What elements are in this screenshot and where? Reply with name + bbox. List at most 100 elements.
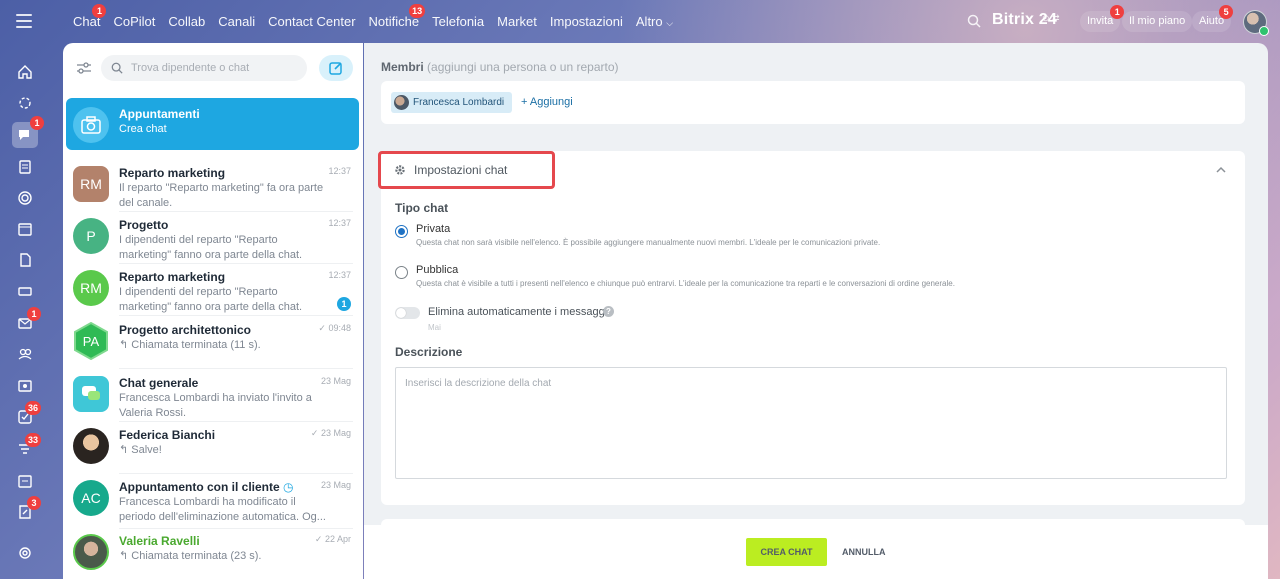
chat-title: Reparto marketing — [119, 166, 226, 180]
tasks-rail-badge: 36 — [24, 401, 41, 415]
chat-item[interactable]: RM Reparto marketing I dipendenti del re… — [66, 261, 359, 313]
help-button[interactable]: Aiuto 5 — [1192, 5, 1234, 32]
chat-subtitle: Francesca Lombardi ha modificato il peri… — [119, 496, 326, 523]
add-member-link[interactable]: + Aggiungi — [521, 96, 573, 108]
chat-time: ✓ 23 Mag — [311, 428, 351, 439]
target-icon[interactable] — [15, 188, 35, 208]
filter-rail-icon[interactable]: 33 — [15, 433, 41, 459]
chat-item[interactable]: Chat generale Francesca Lombardi ha invi… — [66, 367, 359, 419]
groups-icon[interactable] — [15, 344, 35, 364]
document-icon[interactable] — [15, 250, 35, 270]
left-rail: 1 1 36 33 3 — [0, 43, 50, 579]
chat-avatar: RM — [73, 166, 109, 202]
new-chat-button[interactable] — [319, 55, 353, 81]
scrollbar[interactable] — [1268, 43, 1280, 579]
chat-item[interactable]: AC Appuntamento con il cliente ◷ Frances… — [66, 471, 359, 526]
radio-private-button[interactable] — [395, 225, 408, 238]
chat-item[interactable]: Valeria Ravelli ↰ Chiamata terminata (23… — [66, 525, 359, 577]
form-icon[interactable]: 3 — [15, 496, 41, 522]
autodelete-value: Mai — [428, 323, 441, 332]
search-input[interactable]: Trova dipendente o chat — [101, 55, 307, 81]
radio-public-label: Pubblica — [416, 264, 459, 276]
brand-status-icon: ⊙ ⇄ — [1042, 13, 1060, 23]
compose-icon — [329, 62, 342, 75]
nav-chat[interactable]: Chat 1 — [73, 4, 107, 29]
chat-subtitle: Crea chat — [119, 123, 167, 135]
invite-button[interactable]: Invita 1 — [1080, 5, 1125, 32]
nav-altro[interactable]: Altro ⌵ — [636, 14, 673, 29]
chat-type-label: Tipo chat — [395, 201, 449, 215]
check-icon: ✓ — [314, 534, 325, 544]
schedule-icon[interactable] — [15, 471, 35, 491]
description-placeholder: Inserisci la descrizione della chat — [405, 378, 552, 389]
chat-icon[interactable]: 1 — [12, 116, 44, 148]
member-chip[interactable]: Francesca Lombardi — [391, 92, 513, 113]
chat-time: 23 Mag — [320, 376, 351, 386]
settings-section-header[interactable]: Impostazioni chat — [394, 163, 507, 177]
member-name: Francesca Lombardi — [413, 97, 505, 108]
chat-time-value: 09:48 — [328, 323, 351, 333]
user-avatar-photo — [73, 428, 109, 464]
mail-icon[interactable]: 1 — [15, 307, 41, 333]
create-chat-button[interactable]: CREA CHAT — [746, 538, 827, 566]
chevron-up-icon[interactable] — [1215, 164, 1227, 176]
chat-subtitle: I dipendenti del reparto "Reparto market… — [119, 286, 303, 313]
autodelete-toggle[interactable] — [395, 307, 420, 319]
chat-time: 12:37 — [328, 270, 351, 280]
tasks-icon[interactable]: 36 — [15, 401, 41, 427]
plan-label: Il mio piano — [1129, 15, 1186, 27]
nav-collab[interactable]: Collab — [168, 14, 205, 29]
feed-icon[interactable] — [15, 157, 35, 177]
top-bar: Chat 1 CoPilot Collab Canali Contact Cent… — [0, 0, 1280, 43]
chat-bubble-icon — [73, 376, 109, 412]
top-navigation: Chat 1 CoPilot Collab Canali Contact Cent… — [73, 0, 686, 43]
copilot-icon[interactable] — [15, 93, 35, 113]
nav-canali[interactable]: Canali — [218, 14, 255, 29]
radio-public-button[interactable] — [395, 266, 408, 279]
search-icon[interactable] — [967, 14, 981, 28]
nav-contact-center[interactable]: Contact Center — [268, 14, 355, 29]
chat-subtitle: Francesca Lombardi ha inviato l'invito a… — [119, 392, 312, 419]
check-icon: ✓ — [318, 323, 329, 333]
chat-time: 23 Mag — [320, 480, 351, 490]
nav-telefonia[interactable]: Telefonia — [432, 14, 484, 29]
menu-icon[interactable] — [16, 14, 32, 28]
chat-item[interactable]: P Progetto I dipendenti del reparto "Rep… — [66, 209, 359, 261]
chat-title: Appuntamenti — [119, 107, 200, 121]
nav-impostazioni[interactable]: Impostazioni — [550, 14, 623, 29]
home-icon[interactable] — [15, 62, 35, 82]
cancel-button[interactable]: ANNULLA — [842, 547, 886, 557]
chat-item[interactable]: RM Reparto marketing Il reparto "Reparto… — [66, 157, 359, 209]
calendar-icon[interactable] — [15, 219, 35, 239]
radio-public-desc: Questa chat è visibile a tutti i present… — [416, 279, 955, 288]
chat-avatar: P — [73, 218, 109, 254]
drive-icon[interactable] — [15, 281, 35, 301]
nav-canali-label: Canali — [218, 14, 256, 29]
chat-subtitle: Il reparto "Reparto marketing" fa ora pa… — [119, 182, 324, 209]
help-icon[interactable]: ? — [603, 306, 614, 317]
chat-time: ✓ 09:48 — [318, 323, 351, 334]
chat-item-appuntamenti[interactable]: Appuntamenti Crea chat — [66, 98, 359, 150]
nav-chat-badge: 1 — [92, 4, 107, 18]
nav-contact-center-label: Contact Center — [268, 14, 356, 29]
user-avatar[interactable] — [1243, 10, 1269, 36]
chevron-down-icon: ⌵ — [666, 18, 674, 28]
chat-title: Progetto architettonico — [119, 323, 252, 337]
settings-rail-icon[interactable] — [15, 543, 35, 563]
camera-icon — [73, 107, 109, 143]
nav-copilot[interactable]: CoPilot — [113, 14, 155, 29]
chat-item[interactable]: Federica Bianchi ↰ Salve! ✓ 23 Mag — [66, 419, 359, 471]
nav-collab-label: Collab — [168, 14, 206, 29]
board-icon[interactable] — [15, 376, 35, 396]
chat-time-value: 23 Mag — [320, 428, 351, 438]
nav-notifiche[interactable]: Notifiche 13 — [369, 4, 426, 29]
plan-button[interactable]: Il mio piano — [1122, 11, 1193, 32]
sliders-icon[interactable] — [76, 60, 92, 76]
chat-settings-card: Impostazioni chat Tipo chat Privata Ques… — [378, 151, 1245, 505]
chat-time: 12:37 — [328, 218, 351, 228]
autodelete-label: Elimina automaticamente i messaggi — [428, 306, 608, 318]
chat-item[interactable]: PA Progetto architettonico ↰ Chiamata te… — [66, 314, 359, 366]
chat-avatar: RM — [73, 270, 109, 306]
description-textarea[interactable]: Inserisci la descrizione della chat — [395, 367, 1227, 479]
nav-market[interactable]: Market — [497, 14, 537, 29]
